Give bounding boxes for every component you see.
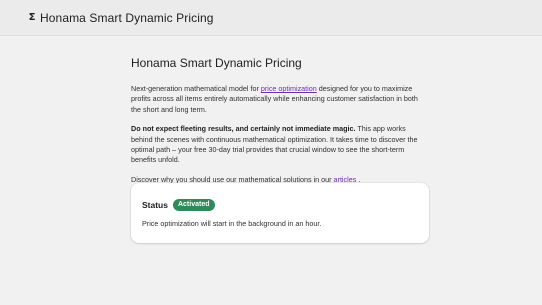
intro-paragraph: Next-generation mathematical model for p… <box>131 84 421 115</box>
status-description: Price optimization will start in the bac… <box>142 219 322 228</box>
price-optimization-link[interactable]: price optimization <box>261 84 317 93</box>
status-row: Status Activated <box>142 199 418 211</box>
main-content: Honama Smart Dynamic Pricing Next-genera… <box>131 56 421 185</box>
app-logo-icon: Σ <box>28 12 36 23</box>
intro-text-start: Next-generation mathematical model for <box>131 84 261 93</box>
app-header: Σ Honama Smart Dynamic Pricing <box>0 0 542 36</box>
notice-paragraph: Do not expect fleeting results, and cert… <box>131 124 421 166</box>
page-title: Honama Smart Dynamic Pricing <box>131 56 302 70</box>
app-title: Honama Smart Dynamic Pricing <box>40 10 214 25</box>
status-badge: Activated <box>172 199 215 211</box>
status-label: Status <box>142 200 168 210</box>
notice-bold-text: Do not expect fleeting results, and cert… <box>131 124 356 134</box>
status-card: Status Activated Price optimization will… <box>131 183 429 243</box>
